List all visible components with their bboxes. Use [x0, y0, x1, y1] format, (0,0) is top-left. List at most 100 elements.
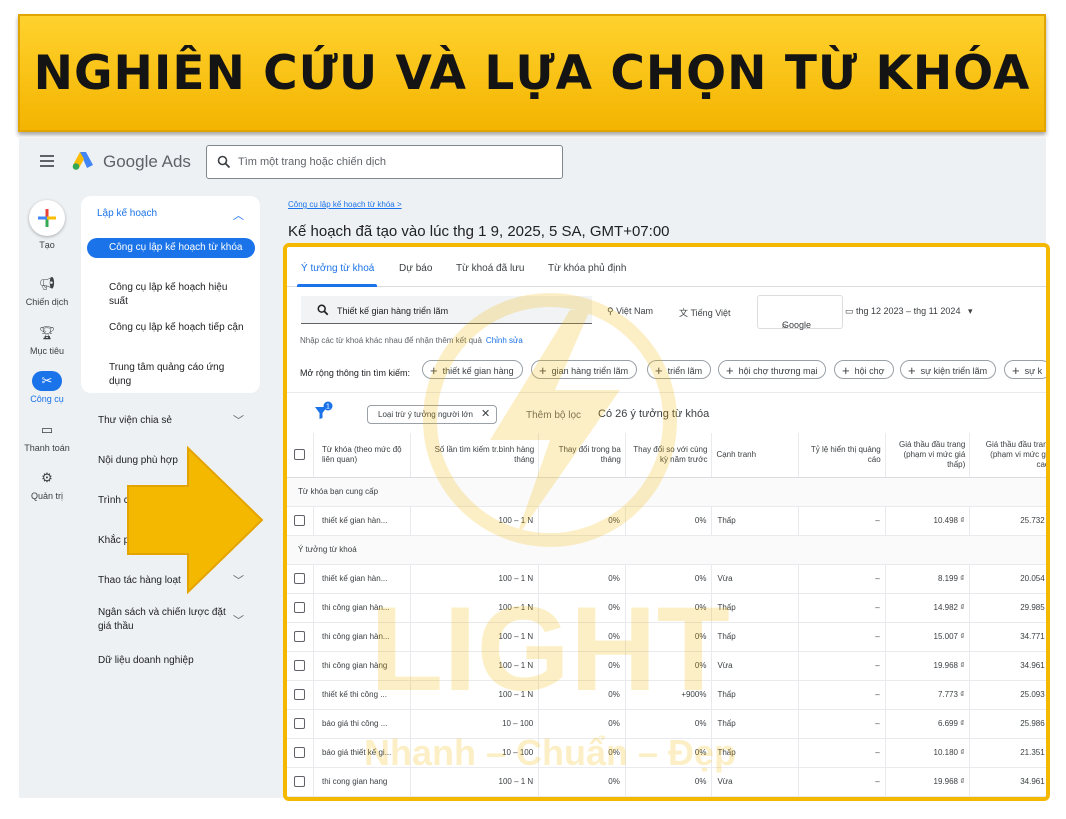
keyword-cell[interactable]: thi công gian hàn...	[313, 593, 411, 623]
table-row[interactable]: thi công gian hàn... 100 – 1 N 0% 0% Thấp –15…	[287, 622, 1046, 652]
table-cell: 100 – 1 N	[410, 651, 540, 681]
keyword-cell[interactable]: thi công gian hàng	[313, 651, 411, 681]
table-row[interactable]: thiết kế thi công ... 100 – 1 N 0% +900% Thấ…	[287, 680, 1046, 710]
add-filter-button[interactable]: Thêm bộ lọc	[526, 410, 581, 421]
table-cell: –	[798, 593, 886, 623]
table-row[interactable]: báo giá thiết kế gi... 10 – 100 0% 0% Thấp –1…	[287, 738, 1046, 768]
tab-forecast[interactable]: Dự báo	[399, 263, 432, 274]
tab-keyword-ideas[interactable]: Ý tưởng từ khoá	[301, 263, 374, 274]
close-icon[interactable]: ✕	[481, 408, 490, 420]
row-checkbox[interactable]	[287, 651, 314, 681]
keyword-cell[interactable]: báo giá thi công ...	[313, 709, 411, 739]
table-cell: 100 – 1 N	[410, 680, 540, 710]
filter-button[interactable]: 1	[313, 401, 335, 423]
table-row[interactable]: thiết kế gian hàn... 100 – 1 N 0% 0% Vừa –8.1…	[287, 564, 1046, 594]
column-header[interactable]: Thay đổi so với cùng kỳ năm trước	[625, 433, 713, 478]
language-selector[interactable]: 文 Tiếng Việt	[679, 306, 731, 319]
rail-item-billing[interactable]: ▭ Thanh toán	[19, 420, 75, 453]
keyword-cell[interactable]: thiết kế gian hàn...	[313, 506, 411, 536]
active-tab-indicator	[297, 284, 377, 287]
table-row[interactable]: thi công gian hàng 100 – 1 N 0% 0% Vừa –19.96…	[287, 651, 1046, 681]
search-input[interactable]: Tìm một trang hoặc chiến dịch	[206, 145, 563, 179]
rail-item-tools[interactable]: ✂ Công cụ	[19, 371, 75, 404]
menu-icon[interactable]	[40, 155, 54, 167]
keyword-cell[interactable]: thiết kế gian hàn...	[313, 564, 411, 594]
keyword-input[interactable]: Thiết kế gian hàng triển lãm	[301, 296, 592, 324]
nav-section-budgets[interactable]: Ngân sách và chiến lược đặt giá thầu	[98, 606, 228, 634]
ideas-count: Có 26 ý tưởng từ khóa	[598, 408, 710, 420]
expand-chip[interactable]: + sự k	[1004, 360, 1046, 379]
chevron-up-icon[interactable]: ︿	[233, 207, 244, 223]
row-checkbox[interactable]	[287, 506, 314, 536]
row-checkbox[interactable]	[287, 564, 314, 594]
table-cell: Thấp	[711, 709, 800, 739]
chevron-down-icon[interactable]: ﹀	[233, 412, 244, 428]
credit-card-icon: ▭	[40, 422, 54, 437]
column-header[interactable]: Giá thầu đầu trang (phạm vi mức giá cao)	[969, 433, 1046, 478]
keyword-cell[interactable]: thi công gian hàn...	[313, 622, 411, 652]
create-button[interactable]	[29, 200, 65, 236]
row-checkbox[interactable]	[287, 767, 314, 797]
keyword-cell[interactable]: thiết kế thi công ...	[313, 680, 411, 710]
table-row[interactable]: thi công gian hàn... 100 – 1 N 0% 0% Thấp –14…	[287, 593, 1046, 623]
table-group-row: Ý tưởng từ khoá	[287, 535, 1046, 565]
keyword-cell[interactable]: báo giá thiết kế gi...	[313, 738, 411, 768]
tab-negative-keywords[interactable]: Từ khóa phủ định	[548, 263, 626, 274]
rail-item-campaigns[interactable]: 📢︎ Chiến dịch	[19, 274, 75, 307]
row-checkbox[interactable]	[287, 709, 314, 739]
date-range-selector[interactable]: ▭ thg 12 2023 – thg 11 2024 ▾	[845, 306, 972, 317]
table-cell: 25.986 ₫	[969, 709, 1046, 739]
nav-section-shared-library[interactable]: Thư viện chia sẻ	[98, 414, 248, 428]
network-selector[interactable]: ⌕ Google	[757, 295, 843, 330]
column-header[interactable]: Giá thầu đầu trang (phạm vi mức giá thấp…	[885, 433, 971, 478]
edit-link[interactable]: Chỉnh sửa	[486, 336, 523, 345]
table-cell: –	[798, 564, 886, 594]
rail-item-admin[interactable]: ⚙ Quản trị	[19, 468, 75, 501]
table-row[interactable]: báo giá thi công ... 10 – 100 0% 0% Thấp –6.6…	[287, 709, 1046, 739]
table-cell: 10 – 100	[410, 738, 540, 768]
expand-chip[interactable]: + hội chợ	[834, 360, 894, 379]
location-selector[interactable]: ⚲ Việt Nam	[607, 306, 653, 317]
column-header[interactable]: Thay đổi trong ba tháng	[538, 433, 626, 478]
rail-item-goals[interactable]: 🏆︎ Mục tiêu	[19, 323, 75, 356]
adult-filter-chip[interactable]: Loại trừ ý tưởng người lớn ✕	[367, 405, 498, 424]
nav-heading[interactable]: Lập kế hoạch	[97, 208, 157, 219]
expand-chip[interactable]: + triển lãm	[647, 360, 712, 379]
chip-label: triển lãm	[667, 366, 703, 376]
page-title: Kế hoạch đã tạo vào lúc thg 1 9, 2025, 5…	[288, 223, 670, 240]
tab-saved-keywords[interactable]: Từ khoá đã lưu	[456, 263, 524, 274]
breadcrumb[interactable]: Công cụ lập kế hoạch từ khóa >	[288, 200, 402, 209]
table-cell: 29.985 ₫	[969, 593, 1046, 623]
expand-chip[interactable]: + thiết kế gian hàng	[422, 360, 523, 379]
row-checkbox[interactable]	[287, 622, 314, 652]
column-header[interactable]: Tỷ lệ hiển thị quảng cáo	[798, 433, 886, 478]
table-row[interactable]: thiết kế gian hàn... 100 – 1 N 0% 0% Thấp –10…	[287, 506, 1046, 536]
row-checkbox[interactable]	[287, 680, 314, 710]
table-cell: 34.961 ₫	[969, 767, 1046, 797]
column-header[interactable]: Cạnh tranh	[711, 433, 800, 478]
row-checkbox[interactable]	[287, 738, 314, 768]
column-header[interactable]: Số lần tìm kiếm tr.bình hàng tháng	[410, 433, 540, 478]
hint-message: Nhập các từ khoá khác nhau để nhận thêm …	[300, 336, 482, 345]
table-cell: Thấp	[711, 738, 800, 768]
calendar-icon: ▭	[845, 306, 857, 316]
nav-item-keyword-planner[interactable]: Công cụ lập kế hoạch từ khóa	[87, 238, 255, 258]
expand-chip[interactable]: + gian hàng triển lãm	[531, 360, 638, 379]
language-value: Tiếng Việt	[690, 308, 731, 318]
nav-item-app-center[interactable]: Trung tâm quảng cáo ứng dụng	[87, 361, 255, 389]
keyword-cell[interactable]: thi cong gian hang	[313, 767, 411, 797]
select-all-checkbox[interactable]	[287, 433, 314, 478]
table-cell: –	[798, 680, 886, 710]
column-header[interactable]: Từ khóa (theo mức độ liên quan)	[313, 433, 411, 478]
table-group-row: Từ khóa bạn cung cấp	[287, 477, 1046, 507]
chevron-down-icon[interactable]: ﹀	[233, 612, 244, 628]
chip-label: hội chợ	[854, 366, 885, 376]
plus-icon	[38, 209, 56, 227]
expand-chip[interactable]: + hội chợ thương mại	[718, 360, 827, 379]
expand-chip[interactable]: + sự kiện triển lãm	[900, 360, 997, 379]
nav-item-reach-planner[interactable]: Công cụ lập kế hoạch tiếp cận	[87, 321, 255, 335]
nav-item-performance-planner[interactable]: Công cụ lập kế hoạch hiệu suất	[87, 281, 255, 309]
nav-section-business-data[interactable]: Dữ liệu doanh nghiệp	[98, 654, 248, 668]
row-checkbox[interactable]	[287, 593, 314, 623]
table-row[interactable]: thi cong gian hang 100 – 1 N 0% 0% Vừa –19.96…	[287, 767, 1046, 797]
